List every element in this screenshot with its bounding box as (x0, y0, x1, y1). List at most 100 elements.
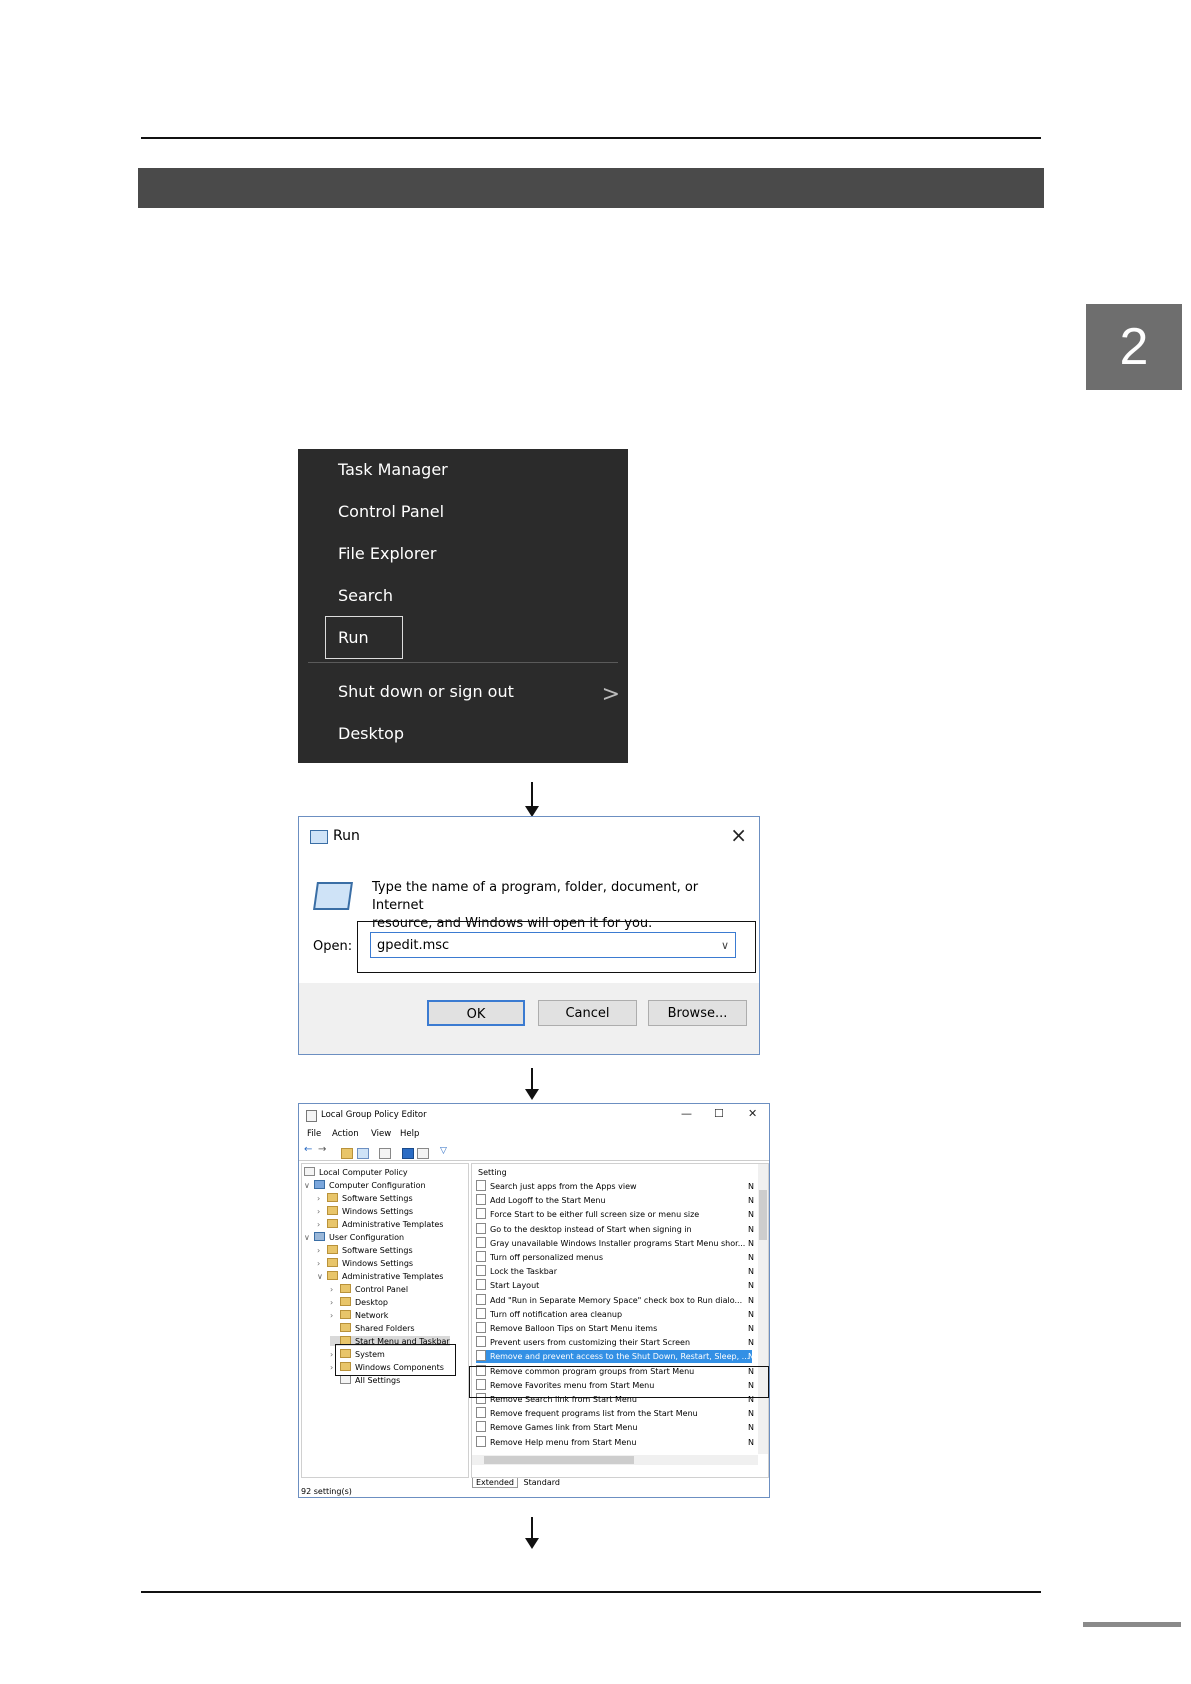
setting-row[interactable]: Add Logoff to the Start Menu N (476, 1194, 754, 1207)
menu-help[interactable]: Help (400, 1129, 419, 1139)
minimize-icon[interactable]: — (681, 1107, 692, 1120)
setting-row[interactable]: Gray unavailable Windows Installer progr… (476, 1236, 754, 1250)
open-label: Open: (313, 939, 353, 954)
menu-item-search[interactable]: Search (338, 586, 393, 605)
chevron-right-icon: > (601, 682, 620, 707)
collapsed-icon[interactable]: › (317, 1194, 325, 1203)
expanded-icon[interactable]: ∨ (304, 1233, 312, 1242)
help-icon[interactable] (402, 1148, 414, 1159)
close-icon[interactable]: ✕ (748, 1107, 757, 1120)
tree-node-network[interactable]: › Network (330, 1310, 388, 1320)
menu-item-task-manager[interactable]: Task Manager (338, 460, 448, 479)
folder-up-icon[interactable] (341, 1148, 353, 1159)
menu-item-desktop[interactable]: Desktop (338, 724, 404, 743)
tree-label: Network (355, 1311, 389, 1320)
tab-extended[interactable]: Extended (472, 1478, 518, 1488)
collapsed-icon[interactable]: › (317, 1246, 325, 1255)
policy-setting-icon (476, 1180, 486, 1191)
setting-state: N (748, 1281, 754, 1291)
tree-node-desktop[interactable]: › Desktop (330, 1297, 388, 1307)
setting-row[interactable]: Remove Help menu from Start Menu N (476, 1435, 754, 1449)
run-large-icon (313, 882, 353, 910)
menu-item-run[interactable]: Run (338, 628, 369, 647)
setting-row[interactable]: Force Start to be either full screen siz… (476, 1208, 754, 1221)
setting-name: Remove Balloon Tips on Start Menu items (490, 1324, 658, 1333)
tree-node-administrative-templates[interactable]: ∨ Administrative Templates (317, 1271, 443, 1281)
tree-node-shared-folders[interactable]: Shared Folders (330, 1323, 415, 1333)
setting-row[interactable]: Search just apps from the Apps view N (476, 1180, 754, 1193)
maximize-icon[interactable]: ☐ (714, 1107, 724, 1120)
forward-icon[interactable]: → (318, 1144, 328, 1155)
collapsed-icon[interactable]: › (317, 1220, 325, 1229)
tree-node-windows-settings[interactable]: › Windows Settings (317, 1206, 413, 1216)
tree-node-all-settings[interactable]: All Settings (330, 1375, 400, 1385)
tree-node-software-settings[interactable]: › Software Settings (317, 1245, 413, 1255)
setting-name: Remove and prevent access to the Shut Do… (490, 1352, 750, 1362)
column-header-setting[interactable]: Setting (478, 1168, 507, 1177)
tree-label: Local Computer Policy (319, 1168, 408, 1177)
collapsed-icon[interactable]: › (317, 1259, 325, 1268)
setting-name: Force Start to be either full screen siz… (490, 1210, 700, 1220)
tree-node-user-configuration[interactable]: ∨ User Configuration (304, 1232, 404, 1242)
tree-node-administrative-templates[interactable]: › Administrative Templates (317, 1219, 443, 1229)
setting-row[interactable]: Prevent users from customizing their Sta… (476, 1336, 754, 1349)
tree-node-local-computer-policy[interactable]: Local Computer Policy (304, 1167, 408, 1177)
status-bar: 92 setting(s) (301, 1487, 352, 1496)
setting-row[interactable]: Remove Games link from Start Menu N (476, 1421, 754, 1434)
menu-item-file-explorer[interactable]: File Explorer (338, 544, 436, 563)
browse-button[interactable]: Browse... (648, 1000, 747, 1026)
menu-item-control-panel[interactable]: Control Panel (338, 502, 444, 521)
folder-icon (340, 1323, 351, 1332)
menu-file[interactable]: File (307, 1129, 321, 1139)
properties-icon[interactable] (417, 1148, 429, 1159)
open-combobox[interactable]: gpedit.msc ∨ (370, 932, 736, 958)
setting-row[interactable]: Remove frequent programs list from the S… (476, 1407, 754, 1420)
setting-state: N (748, 1196, 754, 1206)
policy-setting-icon (476, 1421, 486, 1433)
export-icon[interactable] (379, 1148, 391, 1159)
setting-row[interactable]: Add "Run in Separate Memory Space" check… (476, 1293, 754, 1307)
menu-item-shut-down[interactable]: Shut down or sign out (338, 682, 514, 701)
horizontal-scroll-thumb[interactable] (484, 1456, 634, 1464)
policy-setting-icon (476, 1279, 486, 1291)
setting-row[interactable]: Lock the Taskbar N (476, 1265, 754, 1278)
setting-row[interactable]: Turn off personalized menus N (476, 1251, 754, 1264)
vertical-scroll-thumb[interactable] (759, 1190, 767, 1240)
setting-state: N (748, 1423, 754, 1433)
tree-node-windows-settings[interactable]: › Windows Settings (317, 1258, 413, 1268)
filter-icon[interactable]: ▽ (440, 1146, 450, 1156)
tree-label: Computer Configuration (329, 1181, 426, 1190)
show-tree-icon[interactable] (357, 1148, 369, 1159)
setting-row[interactable]: Turn off notification area cleanup N (476, 1307, 754, 1321)
expanded-icon[interactable]: ∨ (317, 1272, 325, 1281)
collapsed-icon[interactable]: › (317, 1207, 325, 1216)
page-corner-line (1083, 1622, 1181, 1627)
collapsed-icon[interactable]: › (330, 1311, 338, 1320)
horizontal-scrollbar[interactable] (472, 1455, 758, 1465)
setting-row[interactable]: Remove and prevent access to the Shut Do… (476, 1350, 754, 1364)
tab-standard[interactable]: Standard (521, 1478, 563, 1487)
header-rule (141, 137, 1041, 139)
collapsed-icon[interactable]: › (330, 1298, 338, 1307)
back-icon[interactable]: ← (304, 1144, 314, 1155)
vertical-scrollbar[interactable] (758, 1164, 768, 1454)
chevron-down-icon[interactable]: ∨ (721, 933, 729, 959)
tree-node-computer-configuration[interactable]: ∨ Computer Configuration (304, 1180, 426, 1190)
expanded-icon[interactable]: ∨ (304, 1181, 312, 1190)
setting-row[interactable]: Start Layout N (476, 1279, 754, 1292)
menu-action[interactable]: Action (332, 1129, 359, 1139)
setting-name: Gray unavailable Windows Installer progr… (490, 1238, 746, 1248)
ok-button[interactable]: OK (427, 1000, 525, 1026)
setting-row[interactable]: Go to the desktop instead of Start when … (476, 1222, 754, 1236)
setting-state: N (748, 1210, 754, 1220)
setting-row[interactable]: Remove Balloon Tips on Start Menu items N (476, 1322, 754, 1335)
tree-node-software-settings[interactable]: › Software Settings (317, 1193, 413, 1203)
tree-label: Shared Folders (355, 1324, 415, 1333)
tree-node-control-panel[interactable]: › Control Panel (330, 1284, 408, 1294)
setting-name: Lock the Taskbar (490, 1267, 557, 1277)
folder-icon (327, 1258, 338, 1267)
cancel-button[interactable]: Cancel (538, 1000, 637, 1026)
menu-view[interactable]: View (371, 1129, 391, 1139)
close-icon[interactable]: × (730, 823, 747, 847)
collapsed-icon[interactable]: › (330, 1285, 338, 1294)
